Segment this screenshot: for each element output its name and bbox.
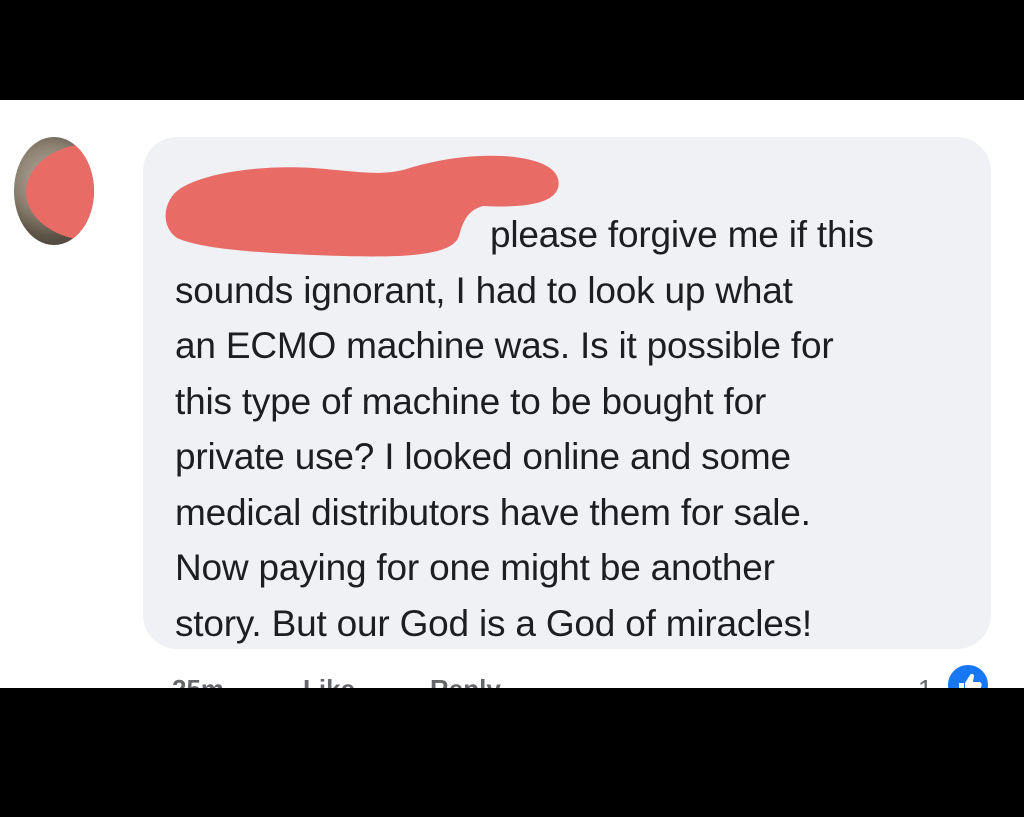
avatar[interactable] [14,137,94,245]
letterbox-top [0,0,1024,100]
comment-meta-row: 25m Like Reply 1 [0,662,1024,688]
comment-line: private use? I looked online and some [175,436,791,477]
comment-timestamp[interactable]: 25m [172,674,224,688]
comment-line: story. But our God is a God of miracles! [175,602,813,644]
thumbs-up-icon[interactable] [945,662,991,688]
comment-section: please forgive me if this sounds ignoran… [0,100,1024,688]
comment-line: this type of machine to be bought for [175,380,767,422]
comment-line: medical distributors have them for sale. [175,491,811,533]
letterbox-bottom [0,688,1024,817]
avatar-redaction [26,143,94,241]
like-link[interactable]: Like [303,674,355,688]
comment-line: Now paying for one might be another [175,547,775,588]
reply-link[interactable]: Reply [430,674,501,688]
comment-text: please forgive me if this sounds ignoran… [175,207,975,651]
comment-line: sounds ignorant, I had to look up what [175,269,793,311]
comment-line: please forgive me if this [490,214,874,255]
comment-line: an ECMO machine was. Is it possible for [175,325,834,366]
screenshot-frame: please forgive me if this sounds ignoran… [0,0,1024,817]
reaction-count[interactable]: 1 [918,674,932,688]
